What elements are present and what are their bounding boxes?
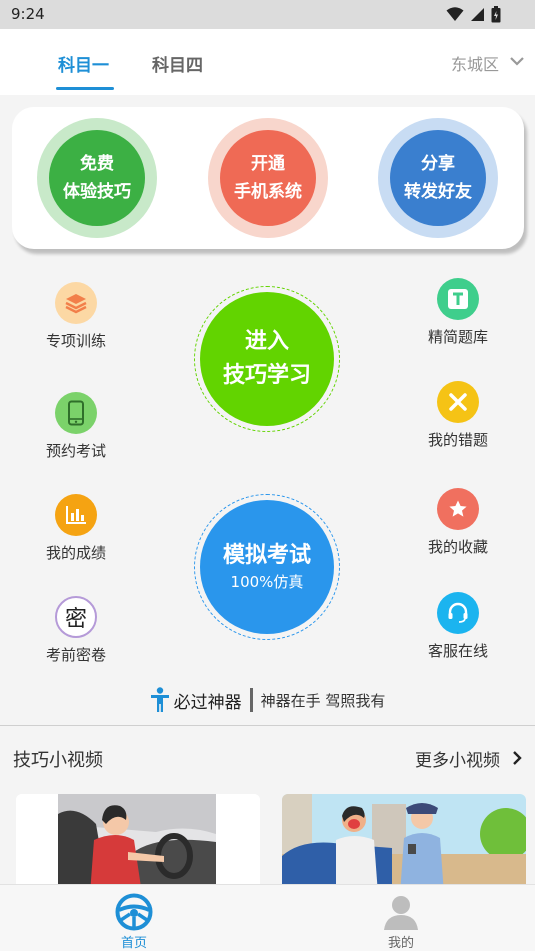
free-trial-line1: 免费 (80, 154, 114, 174)
promo-card: 免费 体验技巧 开通 手机系统 分享 转发好友 (12, 107, 524, 249)
status-bar: 9:24 (0, 0, 535, 29)
my-mistakes-label: 我的错题 (427, 431, 488, 449)
mock-exam-button[interactable]: 模拟考试 100%仿真 (194, 494, 340, 640)
police-illustration (282, 794, 526, 894)
mock-exam-subtitle: 100%仿真 (230, 573, 304, 591)
wifi-icon (446, 7, 464, 21)
nav-profile[interactable]: 我的 (371, 893, 431, 951)
district-selector[interactable]: 东城区 (451, 51, 499, 75)
open-system-line2: 手机系统 (234, 182, 302, 202)
battery-icon (491, 6, 501, 23)
bottom-nav: 首页 我的 (0, 884, 535, 951)
enter-learning-line2: 技巧学习 (222, 363, 311, 388)
pre-exam-paper-label: 考前密卷 (45, 646, 106, 664)
slogan-divider (249, 688, 253, 712)
text-box-icon (437, 278, 479, 320)
nav-profile-label: 我的 (387, 936, 414, 951)
secret-icon: 密 (55, 596, 97, 638)
slogan-sub: 神器在手 驾照我有 (260, 691, 386, 710)
headset-icon (437, 592, 479, 634)
chevron-right-icon[interactable] (512, 750, 522, 766)
star-icon (437, 488, 479, 530)
slogan-main: 必过神器 (173, 692, 242, 713)
video-thumbnail-police[interactable] (282, 794, 526, 894)
free-trial-button[interactable]: 免费 体验技巧 (37, 118, 157, 238)
open-system-button[interactable]: 开通 手机系统 (208, 118, 328, 238)
section-divider (0, 725, 535, 726)
mock-exam-title: 模拟考试 (222, 543, 311, 568)
my-scores-item[interactable]: 我的成绩 (26, 494, 126, 563)
special-training-item[interactable]: 专项训练 (26, 282, 126, 351)
book-exam-label: 预约考试 (45, 442, 106, 460)
enter-learning-line1: 进入 (244, 329, 289, 354)
customer-service-item[interactable]: 客服在线 (408, 592, 508, 661)
nav-home-label: 首页 (120, 936, 147, 951)
free-trial-line2: 体验技巧 (63, 182, 131, 202)
video-thumbnail-driving[interactable] (16, 794, 260, 894)
special-training-label: 专项训练 (45, 332, 106, 350)
layers-icon (55, 282, 97, 324)
more-videos-link[interactable]: 更多小视频 (415, 746, 500, 771)
tab-subject-one[interactable]: 科目一 (58, 51, 109, 76)
top-tab-bar: 科目一 科目四 东城区 (0, 29, 535, 95)
chevron-down-icon[interactable] (509, 55, 525, 67)
status-icons (446, 6, 501, 23)
share-friends-button[interactable]: 分享 转发好友 (378, 118, 498, 238)
status-time: 9:24 (11, 5, 45, 23)
pre-exam-paper-item[interactable]: 密 考前密卷 (26, 596, 126, 665)
steering-wheel-icon (115, 893, 153, 931)
phone-icon (55, 392, 97, 434)
slogan: 必过神器 神器在手 驾照我有 (0, 686, 535, 714)
close-icon (437, 381, 479, 423)
user-icon (384, 896, 418, 930)
book-exam-item[interactable]: 预约考试 (26, 392, 126, 461)
simplified-bank-label: 精简题库 (427, 328, 488, 346)
open-system-line1: 开通 (251, 154, 285, 174)
my-scores-label: 我的成绩 (45, 544, 106, 562)
secret-glyph: 密 (64, 607, 87, 632)
enter-learning-button[interactable]: 进入 技巧学习 (194, 286, 340, 432)
my-mistakes-item[interactable]: 我的错题 (408, 381, 508, 450)
simplified-bank-item[interactable]: 精简题库 (408, 278, 508, 347)
my-favorites-label: 我的收藏 (427, 538, 488, 556)
share-friends-line1: 分享 (421, 154, 455, 174)
nav-home[interactable]: 首页 (104, 893, 164, 951)
person-icon (150, 687, 169, 712)
my-favorites-item[interactable]: 我的收藏 (408, 488, 508, 557)
customer-service-label: 客服在线 (427, 642, 488, 660)
active-tab-indicator (56, 87, 114, 90)
video-section-title: 技巧小视频 (13, 750, 103, 771)
tab-subject-four[interactable]: 科目四 (152, 51, 203, 76)
bar-chart-icon (55, 494, 97, 536)
signal-icon (471, 8, 484, 21)
share-friends-line2: 转发好友 (404, 182, 472, 202)
driver-illustration (16, 794, 260, 894)
